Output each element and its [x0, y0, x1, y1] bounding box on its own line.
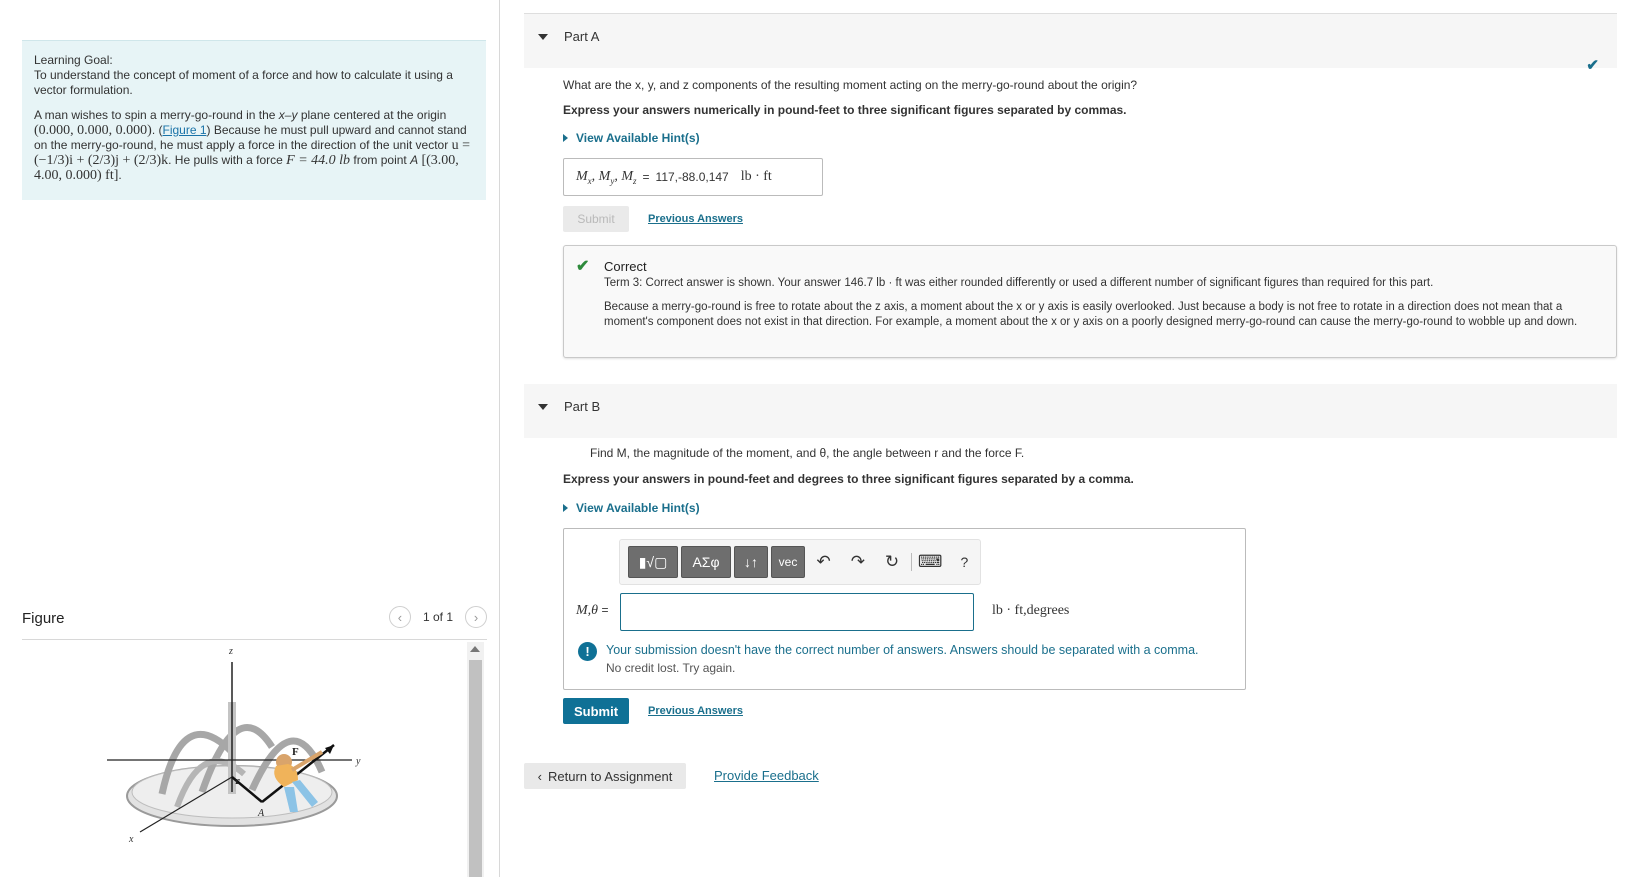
part-b-previous-answers-link[interactable]: Previous Answers — [648, 705, 743, 717]
part-a-feedback: ✔ Correct Term 3: Correct answer is show… — [563, 245, 1617, 358]
problem-statement: A man wishes to spin a merry-go-round in… — [34, 108, 470, 183]
part-b-submit-button[interactable]: Submit — [563, 698, 629, 724]
check-icon: ✔ — [1586, 57, 1599, 74]
part-a-previous-answers-link[interactable]: Previous Answers — [648, 213, 743, 225]
return-label: Return to Assignment — [548, 768, 673, 784]
prev-figure-button[interactable]: ‹ — [388, 606, 411, 628]
expand-triangle-icon — [563, 504, 568, 512]
figure-title: Figure — [22, 610, 65, 627]
problem-text-2: plane centered at the origin — [300, 108, 447, 122]
collapse-caret-icon[interactable] — [538, 34, 548, 40]
provide-feedback-link[interactable]: Provide Feedback — [714, 768, 819, 783]
part-b-header[interactable]: Part B — [524, 384, 1617, 438]
scroll-up-icon[interactable] — [470, 646, 480, 652]
part-b-input-label: M,θ = — [576, 603, 609, 619]
hint-label: View Available Hint(s) — [576, 501, 700, 515]
part-a-answer-unit: lb · ft — [740, 169, 772, 184]
merry-go-round-illustration: z y x F r A — [107, 646, 361, 845]
feedback-term-note: Term 3: Correct answer is shown. Your an… — [604, 277, 1434, 289]
expand-triangle-icon — [563, 134, 568, 142]
undo-icon[interactable]: ↶ — [808, 546, 839, 578]
redo-icon[interactable]: ↷ — [842, 546, 873, 578]
learning-goal-title: Learning Goal: — [34, 53, 113, 67]
problem-text-4: He pulls with a force — [174, 153, 283, 167]
point-label: A — [410, 153, 419, 167]
part-b-instruction: Express your answers in pound-feet and d… — [563, 472, 1134, 486]
figure-header: Figure ‹ 1 of 1 › — [22, 606, 487, 640]
feedback-explanation: Because a merry-go-round is free to rota… — [604, 301, 1578, 328]
force-value: F = 44.0 lb — [286, 153, 351, 168]
reset-icon[interactable]: ↻ — [876, 546, 907, 578]
math-toolbar: ▮√▢ AΣφ ↓↑ vec ↶ ↷ ↻ ⌨ ? — [619, 539, 981, 585]
point-a-label: A — [257, 808, 265, 819]
figure-scrollbar[interactable] — [467, 642, 484, 877]
input-equals: = — [601, 603, 609, 617]
feedback-title: Correct — [604, 259, 647, 274]
part-b-unit: lb · ft,degrees — [992, 603, 1070, 618]
next-figure-button[interactable]: › — [465, 606, 487, 628]
hint-label: View Available Hint(s) — [576, 131, 700, 145]
toolbar-separator — [910, 553, 912, 571]
part-a-question: What are the x, y, and z components of t… — [563, 78, 1138, 92]
warning-message: Your submission doesn't have the correct… — [606, 643, 1199, 657]
axis-x-label: x — [128, 834, 134, 845]
warning-icon: ! — [578, 642, 597, 661]
origin-coords: (0.000, 0.000, 0.000) — [34, 123, 152, 138]
part-a-answer-box: Mx, My, Mz = 117,-88.0,147 lb · ft — [563, 158, 823, 196]
figure-nav: ‹ 1 of 1 › — [388, 606, 487, 628]
plane-label: x–y — [278, 108, 298, 122]
axis-y-label: y — [355, 756, 361, 767]
vector-button[interactable]: vec — [771, 546, 805, 578]
part-b-answer-input[interactable] — [620, 593, 974, 631]
arrows-button[interactable]: ↓↑ — [734, 546, 768, 578]
part-a-instruction: Express your answers numerically in poun… — [563, 103, 1127, 117]
part-b-hint-link[interactable]: View Available Hint(s) — [563, 501, 700, 515]
figure-link[interactable]: Figure 1 — [163, 123, 207, 137]
part-a-hint-link[interactable]: View Available Hint(s) — [563, 131, 700, 145]
templates-button[interactable]: ▮√▢ — [628, 546, 678, 578]
scroll-thumb[interactable] — [469, 660, 482, 877]
input-lhs: M,θ — [576, 603, 599, 618]
part-a-submit-button[interactable]: Submit — [563, 206, 629, 232]
chevron-left-icon: ‹ — [537, 768, 543, 784]
left-panel: Learning Goal: To understand the concept… — [0, 0, 500, 877]
greek-symbols-button[interactable]: AΣφ — [681, 546, 731, 578]
force-label: F — [292, 746, 299, 758]
part-a-label: Part A — [564, 29, 600, 44]
figure-image: z y x F r A — [22, 642, 467, 877]
figure-counter: 1 of 1 — [422, 610, 453, 624]
part-b-question: Find M, the magnitude of the moment, and… — [590, 446, 1025, 460]
equals-sign: = — [642, 170, 650, 184]
part-b-label: Part B — [564, 399, 601, 414]
problem-text-5: from point — [353, 153, 407, 167]
r-label: r — [235, 775, 240, 787]
axis-z-label: z — [228, 646, 233, 657]
learning-goal-box: Learning Goal: To understand the concept… — [22, 40, 486, 200]
part-a-header[interactable]: Part A ✔ — [524, 14, 1617, 74]
part-a-answer-value: 117,-88.0,147 — [655, 170, 729, 184]
part-b-answer-box: ▮√▢ AΣφ ↓↑ vec ↶ ↷ ↻ ⌨ ? M,θ = lb · ft,d… — [563, 528, 1246, 690]
problem-text-1: A man wishes to spin a merry-go-round in… — [34, 108, 276, 122]
correct-check-icon: ✔ — [576, 258, 590, 275]
return-to-assignment-button[interactable]: ‹ Return to Assignment — [524, 763, 686, 789]
warning-sub-message: No credit lost. Try again. — [606, 661, 736, 675]
collapse-caret-icon[interactable] — [538, 404, 548, 410]
learning-goal-text: To understand the concept of moment of a… — [34, 68, 453, 97]
help-icon[interactable]: ? — [949, 546, 980, 578]
keyboard-icon[interactable]: ⌨ — [915, 546, 946, 578]
answer-lhs: Mx, My, Mz — [576, 168, 637, 186]
